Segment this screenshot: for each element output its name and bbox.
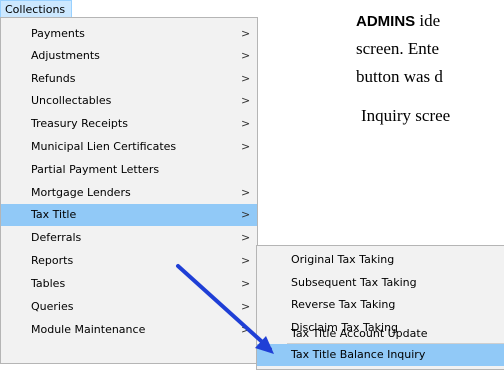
annotation-arrow-icon — [176, 264, 274, 354]
